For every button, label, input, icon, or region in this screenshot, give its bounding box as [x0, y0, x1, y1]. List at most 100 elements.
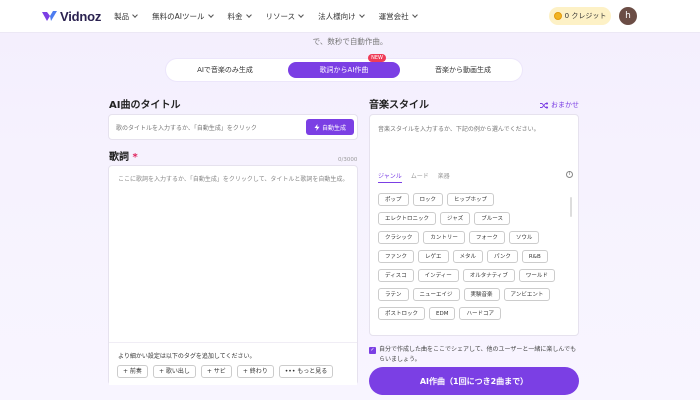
- tag-outro-button[interactable]: + 終わり: [236, 365, 274, 378]
- chevron-down-icon: [245, 12, 252, 18]
- genre-chip[interactable]: R&B: [521, 250, 548, 263]
- tab-mood[interactable]: ムード: [411, 171, 429, 183]
- style-input[interactable]: 音楽スタイルを入力するか、下記の例から選んでください。: [378, 124, 540, 133]
- chevron-down-icon: [207, 12, 214, 18]
- genre-chip[interactable]: パンク: [487, 250, 518, 263]
- tag-chorus-button[interactable]: + サビ: [200, 365, 232, 378]
- hero-subtitle-cutoff: [0, 30, 700, 36]
- genre-row: クラシック カントリー フォーク ソウル: [378, 231, 573, 244]
- genre-row: エレクトロニック ジャズ ブルース: [378, 212, 573, 225]
- title-input[interactable]: 歌のタイトルを入力するか、「自動生成」をクリック: [116, 123, 257, 132]
- tab-label: 歌詞からAI作曲: [319, 66, 369, 74]
- share-text: 自分で作成した曲をここでシェアして、他のユーザーと一緒に楽しんでもらいましょう。: [379, 346, 577, 363]
- nav-item-business[interactable]: 法人様向け: [318, 11, 365, 22]
- genre-chip[interactable]: ハードコア: [459, 307, 501, 320]
- credits-badge[interactable]: 0 クレジット: [549, 7, 611, 25]
- genre-row: ラテン ニューエイジ 実験音楽 アンビエント: [378, 288, 573, 301]
- tab-music-only[interactable]: AIで音楽のみ生成: [169, 62, 281, 78]
- tag-more-button[interactable]: ••• もっと見る: [278, 365, 334, 378]
- top-nav: Vidnoz 製品 無料のAIツール 料金 リソース 法人様向け 運営会社 0 …: [0, 0, 700, 33]
- nav-menu: 製品 無料のAIツール 料金 リソース 法人様向け 運営会社: [114, 11, 431, 22]
- credits-label: 0 クレジット: [564, 12, 607, 20]
- info-icon[interactable]: i: [566, 171, 573, 178]
- nav-item-products[interactable]: 製品: [114, 11, 139, 22]
- omakase-label: おまかせ: [551, 101, 579, 109]
- nav-item-free-ai-tools[interactable]: 無料のAIツール: [152, 11, 214, 22]
- genre-chip[interactable]: ジャズ: [440, 212, 471, 225]
- genre-chip[interactable]: ディスコ: [378, 269, 414, 282]
- genre-chip[interactable]: ニューエイジ: [412, 288, 460, 301]
- lyrics-input[interactable]: ここに歌詞を入力するか、「自動生成」をクリックして、タイトルと歌詞を自動生成。: [118, 174, 353, 185]
- tab-lyrics-to-song[interactable]: 歌詞からAI作曲 NEW: [288, 54, 400, 78]
- genre-chip[interactable]: ソウル: [508, 231, 540, 244]
- tab-instrument[interactable]: 楽器: [438, 171, 450, 183]
- omakase-button[interactable]: おまかせ: [540, 100, 579, 110]
- nav-item-pricing[interactable]: 料金: [227, 11, 252, 22]
- genre-chip[interactable]: インディー: [417, 269, 459, 282]
- genre-chip[interactable]: ラテン: [378, 288, 409, 301]
- lyrics-tags-footer: より細かい設定は以下のタグを追加してください。 + 前奏 + 歌い出し + サビ…: [109, 342, 357, 385]
- nav-label: 製品: [114, 11, 130, 21]
- auto-generate-label: 自動生成: [321, 124, 346, 132]
- nav-label: 法人様向け: [318, 11, 356, 21]
- title-input-box: 歌のタイトルを入力するか、「自動生成」をクリック 自動生成: [108, 114, 358, 140]
- genre-chip[interactable]: ポストロック: [378, 307, 426, 320]
- auto-generate-button[interactable]: 自動生成: [306, 119, 354, 135]
- chevron-down-icon: [411, 12, 418, 18]
- nav-item-company[interactable]: 運営会社: [378, 11, 418, 22]
- genre-chip[interactable]: アンビエント: [503, 288, 551, 301]
- genre-chip[interactable]: ワールド: [518, 269, 555, 282]
- lyrics-heading: 歌詞 *: [109, 148, 138, 163]
- share-checkbox[interactable]: ✓: [369, 347, 376, 354]
- brand-name: Vidnoz: [60, 8, 102, 24]
- genre-chip[interactable]: レゲエ: [418, 250, 449, 263]
- title-heading: AI曲のタイトル: [109, 100, 181, 111]
- genre-chip[interactable]: ポップ: [378, 193, 409, 206]
- genre-chip[interactable]: フォーク: [468, 231, 505, 244]
- genre-chip[interactable]: エレクトロニック: [378, 212, 437, 225]
- nav-label: 運営会社: [378, 11, 409, 21]
- genre-chip[interactable]: クラシック: [378, 231, 420, 244]
- lightning-icon: [314, 123, 320, 131]
- genre-chip[interactable]: 実験音楽: [463, 288, 500, 301]
- share-option: ✓ 自分で作成した曲をここでシェアして、他のユーザーと一緒に楽しんでもらいましょ…: [369, 345, 581, 365]
- genre-chip[interactable]: カントリー: [423, 231, 465, 244]
- logo[interactable]: Vidnoz: [41, 9, 101, 24]
- required-mark: *: [132, 152, 138, 163]
- genre-chip[interactable]: ロック: [412, 193, 444, 206]
- new-badge: NEW: [368, 54, 386, 62]
- genre-chip[interactable]: ファンク: [378, 250, 415, 263]
- chevron-down-icon: [132, 12, 139, 18]
- vidnoz-logo-icon: [42, 10, 57, 21]
- tag-intro-button[interactable]: + 前奏: [117, 365, 148, 378]
- nav-label: 料金: [227, 11, 243, 21]
- nav-label: リソース: [265, 11, 296, 21]
- genre-row: ポストロック EDM ハードコア: [378, 307, 573, 320]
- genre-chip[interactable]: メタル: [452, 250, 484, 263]
- mode-tabs: AIで音楽のみ生成 歌詞からAI作曲 NEW 音楽から動画生成: [166, 54, 522, 81]
- tag-verse-button[interactable]: + 歌い出し: [152, 365, 196, 378]
- chevron-down-icon: [298, 12, 304, 18]
- genre-chip[interactable]: EDM: [429, 307, 456, 320]
- style-heading: 音楽スタイル: [369, 100, 429, 111]
- nav-label: 無料のAIツール: [152, 11, 205, 21]
- genre-row: ファンク レゲエ メタル パンク R&B: [378, 250, 573, 263]
- genre-chip[interactable]: ヒップホップ: [447, 193, 495, 206]
- genre-chip[interactable]: ブルース: [474, 212, 510, 225]
- style-box: 音楽スタイルを入力するか、下記の例から選んでください。 ジャンル ムード 楽器 …: [369, 114, 579, 336]
- genre-row: ポップ ロック ヒップホップ: [378, 193, 573, 206]
- shuffle-icon: [540, 101, 548, 109]
- avatar[interactable]: h: [619, 7, 637, 25]
- nav-item-resources[interactable]: リソース: [266, 11, 304, 22]
- genre-row: ディスコ インディー オルタナティブ ワールド: [378, 269, 573, 282]
- genre-chip[interactable]: オルタナティブ: [462, 269, 515, 282]
- genre-grid: ポップ ロック ヒップホップ エレクトロニック ジャズ ブルース クラシック カ…: [378, 193, 573, 326]
- char-counter: 0/3000: [338, 157, 358, 163]
- hero-subtitle: で、数秒で自動作曲。: [312, 37, 388, 46]
- hero-subtitle-area: で、数秒で自動作曲。: [0, 30, 700, 47]
- tag-row: + 前奏 + 歌い出し + サビ + 終わり ••• もっと見る: [117, 365, 334, 378]
- lyrics-heading-text: 歌詞: [109, 152, 129, 163]
- ai-compose-button[interactable]: AI作曲（1回につき2曲まで）: [369, 367, 579, 395]
- tab-music-to-video[interactable]: 音楽から動画生成: [407, 62, 519, 78]
- tab-genre[interactable]: ジャンル: [378, 171, 402, 183]
